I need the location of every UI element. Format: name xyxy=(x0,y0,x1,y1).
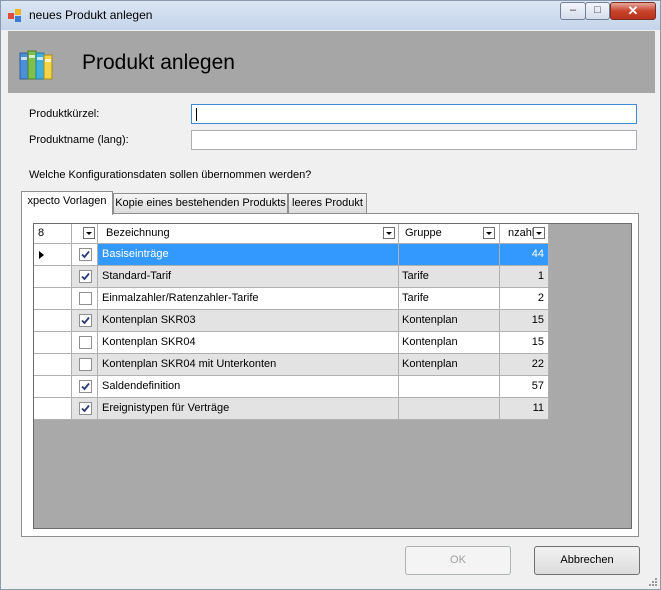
tab-leeres-produkt[interactable]: leeres Produkt xyxy=(288,193,367,213)
checkbox-check-icon xyxy=(81,250,90,259)
row-pointer-icon xyxy=(39,251,44,259)
resize-grip-icon[interactable] xyxy=(647,576,657,586)
templates-grid[interactable]: 8 Bezeichnung Gruppe nzahl Basiseinträge… xyxy=(33,223,632,529)
row-anzahl: 1 xyxy=(500,266,549,288)
row-bezeichnung: Kontenplan SKR03 xyxy=(98,310,399,332)
row-header-cell xyxy=(34,398,72,420)
row-gruppe: Kontenplan xyxy=(399,332,500,354)
dropdown-arrow-icon[interactable] xyxy=(533,227,545,239)
row-anzahl: 57 xyxy=(500,376,549,398)
row-bezeichnung: Basiseinträge xyxy=(98,244,399,266)
minimize-button[interactable]: – xyxy=(560,2,586,20)
row-gruppe: Tarife xyxy=(399,266,500,288)
row-anzahl: 15 xyxy=(500,332,549,354)
checkbox-check-icon xyxy=(81,382,90,391)
row-anzahl: 22 xyxy=(500,354,549,376)
anzahl-column-header[interactable]: nzahl xyxy=(500,224,549,244)
row-header-cell xyxy=(34,288,72,310)
row-checkbox-cell xyxy=(72,266,98,288)
page-title: Produkt anlegen xyxy=(82,51,235,74)
row-header-column: 8 xyxy=(34,224,72,244)
row-checkbox[interactable] xyxy=(79,358,92,371)
row-bezeichnung: Kontenplan SKR04 xyxy=(98,332,399,354)
tab-panel: 8 Bezeichnung Gruppe nzahl Basiseinträge… xyxy=(21,213,639,537)
text-caret xyxy=(196,108,197,121)
long-name-label: Produktname (lang): xyxy=(29,134,129,146)
short-name-label: Produktkürzel: xyxy=(29,108,100,120)
row-anzahl: 2 xyxy=(500,288,549,310)
gruppe-column-header[interactable]: Gruppe xyxy=(399,224,500,244)
row-checkbox[interactable] xyxy=(79,270,92,283)
config-question: Welche Konfigurationsdaten sollen überno… xyxy=(29,169,312,181)
maximize-button[interactable]: □ xyxy=(585,2,610,20)
row-anzahl: 11 xyxy=(500,398,549,420)
title-bar: neues Produkt anlegen – □ ✕ xyxy=(1,1,660,30)
bezeichnung-header-label: Bezeichnung xyxy=(106,227,170,239)
checkbox-check-icon xyxy=(81,316,90,325)
row-header-cell xyxy=(34,376,72,398)
row-header-cell xyxy=(34,266,72,288)
row-header-cell xyxy=(34,310,72,332)
dropdown-arrow-icon[interactable] xyxy=(383,227,395,239)
row-anzahl: 44 xyxy=(500,244,549,266)
check-column-header[interactable] xyxy=(72,224,98,244)
row-bezeichnung: Saldendefinition xyxy=(98,376,399,398)
row-checkbox-cell xyxy=(72,398,98,420)
row-header-cell xyxy=(34,354,72,376)
row-bezeichnung: Standard-Tarif xyxy=(98,266,399,288)
row-gruppe xyxy=(399,376,500,398)
tab-kopie-bestehend[interactable]: Kopie eines bestehenden Produkts xyxy=(113,193,288,213)
row-header-cell xyxy=(34,244,72,266)
bezeichnung-column-header[interactable]: Bezeichnung xyxy=(98,224,399,244)
row-checkbox-cell xyxy=(72,288,98,310)
row-bezeichnung: Ereignistypen für Verträge xyxy=(98,398,399,420)
row-bezeichnung: Einmalzahler/Ratenzahler-Tarife xyxy=(98,288,399,310)
row-gruppe: Tarife xyxy=(399,288,500,310)
row-checkbox-cell xyxy=(72,354,98,376)
row-checkbox-cell xyxy=(72,310,98,332)
close-button[interactable]: ✕ xyxy=(610,2,656,20)
row-gruppe xyxy=(399,398,500,420)
header-band: Produkt anlegen xyxy=(8,31,655,93)
anzahl-header-label: nzahl xyxy=(508,227,535,239)
tab-xpecto-vorlagen[interactable]: xpecto Vorlagen xyxy=(21,191,113,215)
row-checkbox[interactable] xyxy=(79,402,92,415)
row-checkbox[interactable] xyxy=(79,336,92,349)
window-app-icon xyxy=(8,9,21,22)
cancel-button[interactable]: Abbrechen xyxy=(534,546,640,575)
dropdown-arrow-icon[interactable] xyxy=(83,227,95,239)
row-checkbox-cell xyxy=(72,244,98,266)
row-gruppe: Kontenplan xyxy=(399,310,500,332)
row-checkbox[interactable] xyxy=(79,292,92,305)
row-checkbox[interactable] xyxy=(79,380,92,393)
dialog-window: neues Produkt anlegen – □ ✕ Produkt anle… xyxy=(0,0,661,590)
row-bezeichnung: Kontenplan SKR04 mit Unterkonten xyxy=(98,354,399,376)
row-gruppe: Kontenplan xyxy=(399,354,500,376)
dropdown-arrow-icon[interactable] xyxy=(483,227,495,239)
long-name-input[interactable] xyxy=(191,130,637,150)
short-name-input[interactable] xyxy=(191,104,637,124)
row-checkbox-cell xyxy=(72,376,98,398)
row-checkbox-cell xyxy=(72,332,98,354)
row-checkbox[interactable] xyxy=(79,248,92,261)
row-gruppe xyxy=(399,244,500,266)
row-checkbox[interactable] xyxy=(79,314,92,327)
ok-button[interactable]: OK xyxy=(405,546,511,575)
folders-icon xyxy=(19,50,53,80)
window-title: neues Produkt anlegen xyxy=(29,8,153,22)
gruppe-header-label: Gruppe xyxy=(405,227,442,239)
checkbox-check-icon xyxy=(81,404,90,413)
row-anzahl: 15 xyxy=(500,310,549,332)
checkbox-check-icon xyxy=(81,272,90,281)
row-header-cell xyxy=(34,332,72,354)
